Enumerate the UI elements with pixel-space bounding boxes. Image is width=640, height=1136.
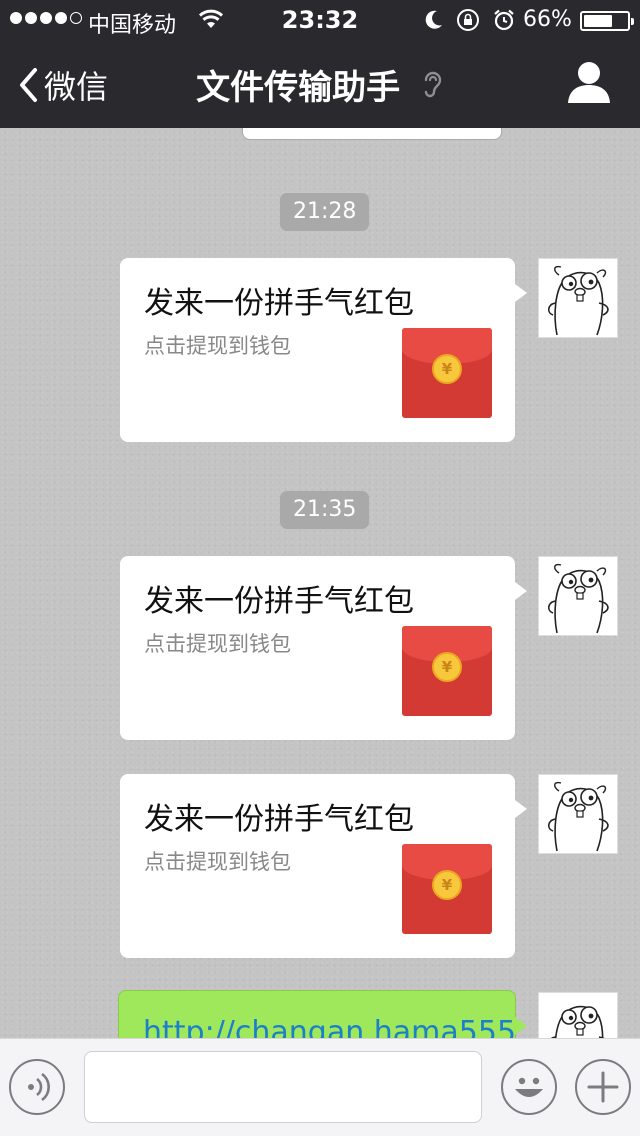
avatar[interactable] [538,774,618,854]
top-bar: 中国移动 23:32 66% 微信 文件传输助手 [0,0,640,128]
red-packet-message[interactable]: 发来一份拼手气红包 点击提现到钱包 ¥ [120,774,527,958]
red-envelope-icon: ¥ [402,328,492,418]
red-packet-title: 发来一份拼手气红包 [144,584,414,619]
page-title: 文件传输助手 [0,60,640,110]
red-packet-title: 发来一份拼手气红包 [144,286,414,321]
alarm-icon [492,8,516,38]
red-packet-title: 发来一份拼手气红包 [144,802,414,837]
avatar[interactable] [538,556,618,636]
red-packet-subtitle: 点击提现到钱包 [144,850,291,874]
status-icons [424,8,516,38]
ear-icon [422,69,444,110]
gopher-avatar-icon [547,563,609,634]
timestamp: 21:28 [280,193,370,231]
person-icon [568,62,610,103]
voice-button[interactable] [9,1059,65,1115]
message-input[interactable] [84,1051,482,1123]
chat-screen: 中国移动 23:32 66% 微信 文件传输助手 21:28 发来一份拼手气红包… [0,0,640,1136]
coin-icon: ¥ [432,354,462,384]
red-packet-subtitle: 点击提现到钱包 [144,632,291,656]
red-envelope-icon: ¥ [402,844,492,934]
gopher-avatar-icon [547,781,609,852]
previous-message-bubble [242,128,502,140]
avatar[interactable] [538,258,618,338]
message-link[interactable]: http://changan.hama555 [143,1015,516,1038]
status-bar: 中国移动 23:32 66% [0,0,640,40]
smiley-icon [515,1077,543,1097]
coin-icon: ¥ [432,870,462,900]
rotation-lock-icon [456,8,480,38]
plus-icon [587,1071,619,1103]
emoji-button[interactable] [501,1059,557,1115]
moon-icon [424,9,444,37]
red-packet-subtitle: 点击提现到钱包 [144,334,291,358]
more-button[interactable] [575,1059,631,1115]
voice-icon [28,1072,50,1102]
link-message[interactable]: http://changan.hama555 [118,990,527,1038]
battery-fill [584,15,612,27]
message-list[interactable]: 21:28 发来一份拼手气红包 点击提现到钱包 ¥ 21:35 发来一份拼手气红… [0,128,640,1038]
gopher-avatar-icon [547,265,609,336]
red-packet-message[interactable]: 发来一份拼手气红包 点击提现到钱包 ¥ [120,556,527,740]
navigation-bar: 微信 文件传输助手 [0,40,640,128]
red-packet-message[interactable]: 发来一份拼手气红包 点击提现到钱包 ¥ [120,258,527,442]
gopher-avatar-icon [551,1005,605,1038]
page-title-text: 文件传输助手 [196,68,401,108]
battery-icon [580,11,634,31]
red-envelope-icon: ¥ [402,626,492,716]
battery-percent: 66% [523,7,572,32]
avatar[interactable] [538,992,618,1038]
battery-nub [631,18,634,25]
coin-icon: ¥ [432,652,462,682]
timestamp: 21:35 [280,491,370,529]
input-bar [0,1038,640,1136]
profile-button[interactable] [566,60,612,108]
